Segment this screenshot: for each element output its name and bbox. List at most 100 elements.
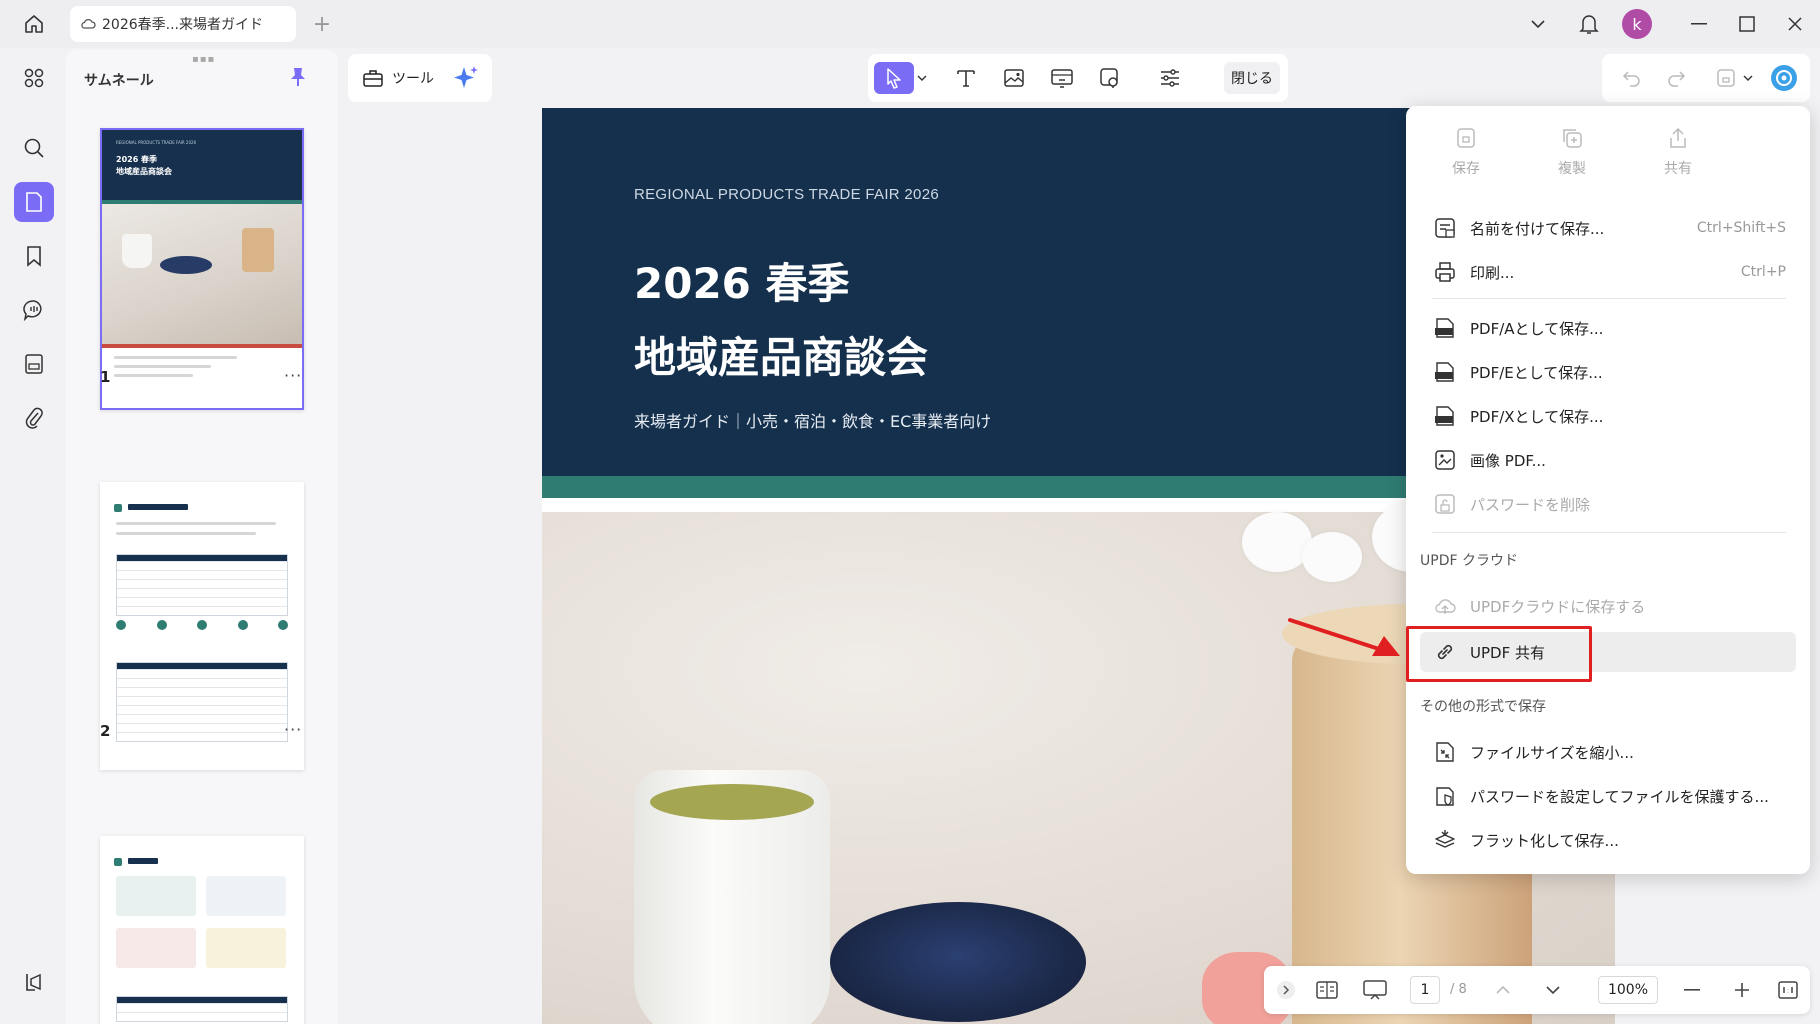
close-icon [1788, 17, 1802, 31]
share-icon [1670, 127, 1686, 148]
image-pdf-icon [1435, 450, 1455, 470]
thumbnail-page-2[interactable] [100, 482, 304, 770]
updf-cloud-button[interactable] [1766, 62, 1802, 94]
menu-save-pdfx[interactable]: PDF/Xとして保存... [1420, 396, 1796, 436]
thumb1-header: REGIONAL PRODUCTS TRADE FAIR 2026 2026 春… [102, 130, 302, 200]
thumbnails-button[interactable] [14, 182, 54, 222]
page-icon [26, 192, 42, 212]
blue-plate [830, 902, 1086, 1022]
properties-tool-button[interactable] [1152, 62, 1188, 94]
bookmarks-button[interactable] [14, 236, 54, 276]
new-tab-button[interactable]: + [308, 10, 336, 38]
menu-reduce-size[interactable]: ファイルサイズを縮小... [1420, 732, 1796, 772]
ai-assistant-button[interactable] [452, 64, 480, 96]
document-tab[interactable]: 2026春季...来場者ガイド [70, 6, 296, 42]
minimize-button[interactable] [1682, 10, 1716, 38]
home-button[interactable] [18, 10, 50, 38]
thumb1-title-line1: 2026 春季 [116, 155, 158, 164]
duplicate-button[interactable]: 複製 [1536, 126, 1608, 178]
current-page-input[interactable]: 1 [1410, 976, 1440, 1004]
tools-button[interactable]: ツール [362, 61, 434, 95]
menu-save-as[interactable]: 名前を付けて保存... Ctrl+Shift+S [1420, 208, 1796, 248]
zoom-in-button[interactable] [1728, 976, 1756, 1004]
other-formats-section-title: その他の形式で保存 [1420, 699, 1546, 715]
text-tool-button[interactable] [948, 62, 984, 94]
menu-protect-password[interactable]: パスワードを設定してファイルを保護する... [1420, 776, 1796, 816]
presentation-button[interactable] [1358, 976, 1392, 1004]
toolbar-right [1602, 54, 1810, 102]
menu-save-pdfa[interactable]: PDF/Aとして保存... [1420, 308, 1796, 348]
maximize-icon [1739, 16, 1755, 32]
thumb1-kicker: REGIONAL PRODUCTS TRADE FAIR 2026 [116, 140, 197, 145]
menu-flatten-save[interactable]: フラット化して保存... [1420, 820, 1796, 860]
menu-save-pdfe[interactable]: PDF/Eとして保存... [1420, 352, 1796, 392]
thumb2-table [116, 554, 288, 616]
duplicate-icon [1563, 129, 1582, 148]
pin-button[interactable] [288, 66, 308, 92]
apps-button[interactable] [14, 58, 54, 98]
forms-button[interactable] [14, 344, 54, 384]
actual-size-button[interactable] [1774, 976, 1802, 1004]
thumb1-red-band [102, 344, 302, 348]
share-label: 共有 [1664, 161, 1692, 177]
menu-print-label: 印刷... [1470, 263, 1515, 282]
save-as-icon [1435, 218, 1455, 238]
page-navigation-bar: 1 / 8 100% [1264, 966, 1810, 1014]
menu-flatten-save-label: フラット化して保存... [1470, 831, 1619, 850]
user-avatar[interactable]: k [1622, 9, 1652, 39]
menu-print[interactable]: 印刷... Ctrl+P [1420, 252, 1796, 292]
thumbnail-panel: ▪▪▪ サムネール REGIONAL PRODUCTS TRADE FAIR 2… [66, 50, 338, 1024]
undo-button[interactable] [1614, 62, 1650, 94]
redo-icon [1668, 71, 1686, 87]
menu-remove-password[interactable]: パスワードを削除 [1420, 484, 1796, 524]
next-page-button[interactable] [1540, 976, 1566, 1004]
search-button[interactable] [14, 128, 54, 168]
select-tool-dropdown[interactable] [912, 62, 932, 94]
close-window-button[interactable] [1778, 10, 1812, 38]
save-options-dropdown[interactable] [1738, 62, 1758, 94]
cursor-icon [887, 68, 901, 89]
expand-bar-button[interactable] [1274, 976, 1298, 1004]
maximize-button[interactable] [1730, 10, 1764, 38]
sidebar-toggle-button[interactable] [14, 962, 54, 1002]
form-icon [25, 354, 43, 374]
cloud-upload-icon [1435, 599, 1456, 614]
panel-drag-handle[interactable]: ▪▪▪ [192, 54, 215, 65]
share-button[interactable]: 共有 [1642, 126, 1714, 178]
link-tool-button[interactable] [1044, 62, 1080, 94]
sidebar-icon [26, 973, 41, 991]
chevron-right-circle-icon [1277, 981, 1295, 999]
search-icon [24, 138, 44, 158]
tabs-dropdown-button[interactable] [1522, 10, 1554, 38]
tools-label: ツール [392, 71, 434, 87]
cover-title-line2: 地域産品商談会 [634, 333, 929, 382]
zoom-out-button[interactable] [1678, 976, 1706, 1004]
previous-page-button[interactable] [1490, 976, 1516, 1004]
close-edit-button[interactable]: 閉じる [1224, 62, 1280, 94]
thumbnail-page-3[interactable] [100, 836, 304, 1024]
reading-mode-button[interactable] [1310, 976, 1344, 1004]
menu-save-to-cloud[interactable]: UPDFクラウドに保存する [1420, 586, 1796, 626]
thumbnail-more-button[interactable]: ··· [284, 366, 302, 385]
menu-image-pdf[interactable]: 画像 PDF... [1420, 440, 1796, 480]
thumbnail-page-1[interactable]: REGIONAL PRODUCTS TRADE FAIR 2026 2026 春… [100, 128, 304, 410]
thumb1-footer [114, 356, 290, 406]
select-tool-button[interactable] [874, 62, 914, 94]
attachments-button[interactable] [14, 398, 54, 438]
watermark-tool-button[interactable] [1092, 62, 1128, 94]
plus-icon: + [312, 11, 332, 37]
zoom-level-field[interactable]: 100% [1598, 976, 1658, 1004]
thumbnail-more-button[interactable]: ··· [284, 720, 302, 739]
notifications-button[interactable] [1572, 8, 1606, 40]
comments-button[interactable] [14, 290, 54, 330]
chevron-down-icon [1531, 20, 1545, 29]
toolbox-icon [363, 70, 383, 87]
cover-kicker: REGIONAL PRODUCTS TRADE FAIR 2026 [634, 186, 939, 203]
redo-button[interactable] [1658, 62, 1694, 94]
bookmark-icon [27, 246, 41, 267]
quick-save-button[interactable]: 保存 [1430, 126, 1502, 178]
image-tool-button[interactable] [996, 62, 1032, 94]
cover-title-line1: 2026 春季 [634, 259, 850, 308]
presentation-icon [1363, 980, 1387, 1000]
home-icon [25, 15, 43, 33]
